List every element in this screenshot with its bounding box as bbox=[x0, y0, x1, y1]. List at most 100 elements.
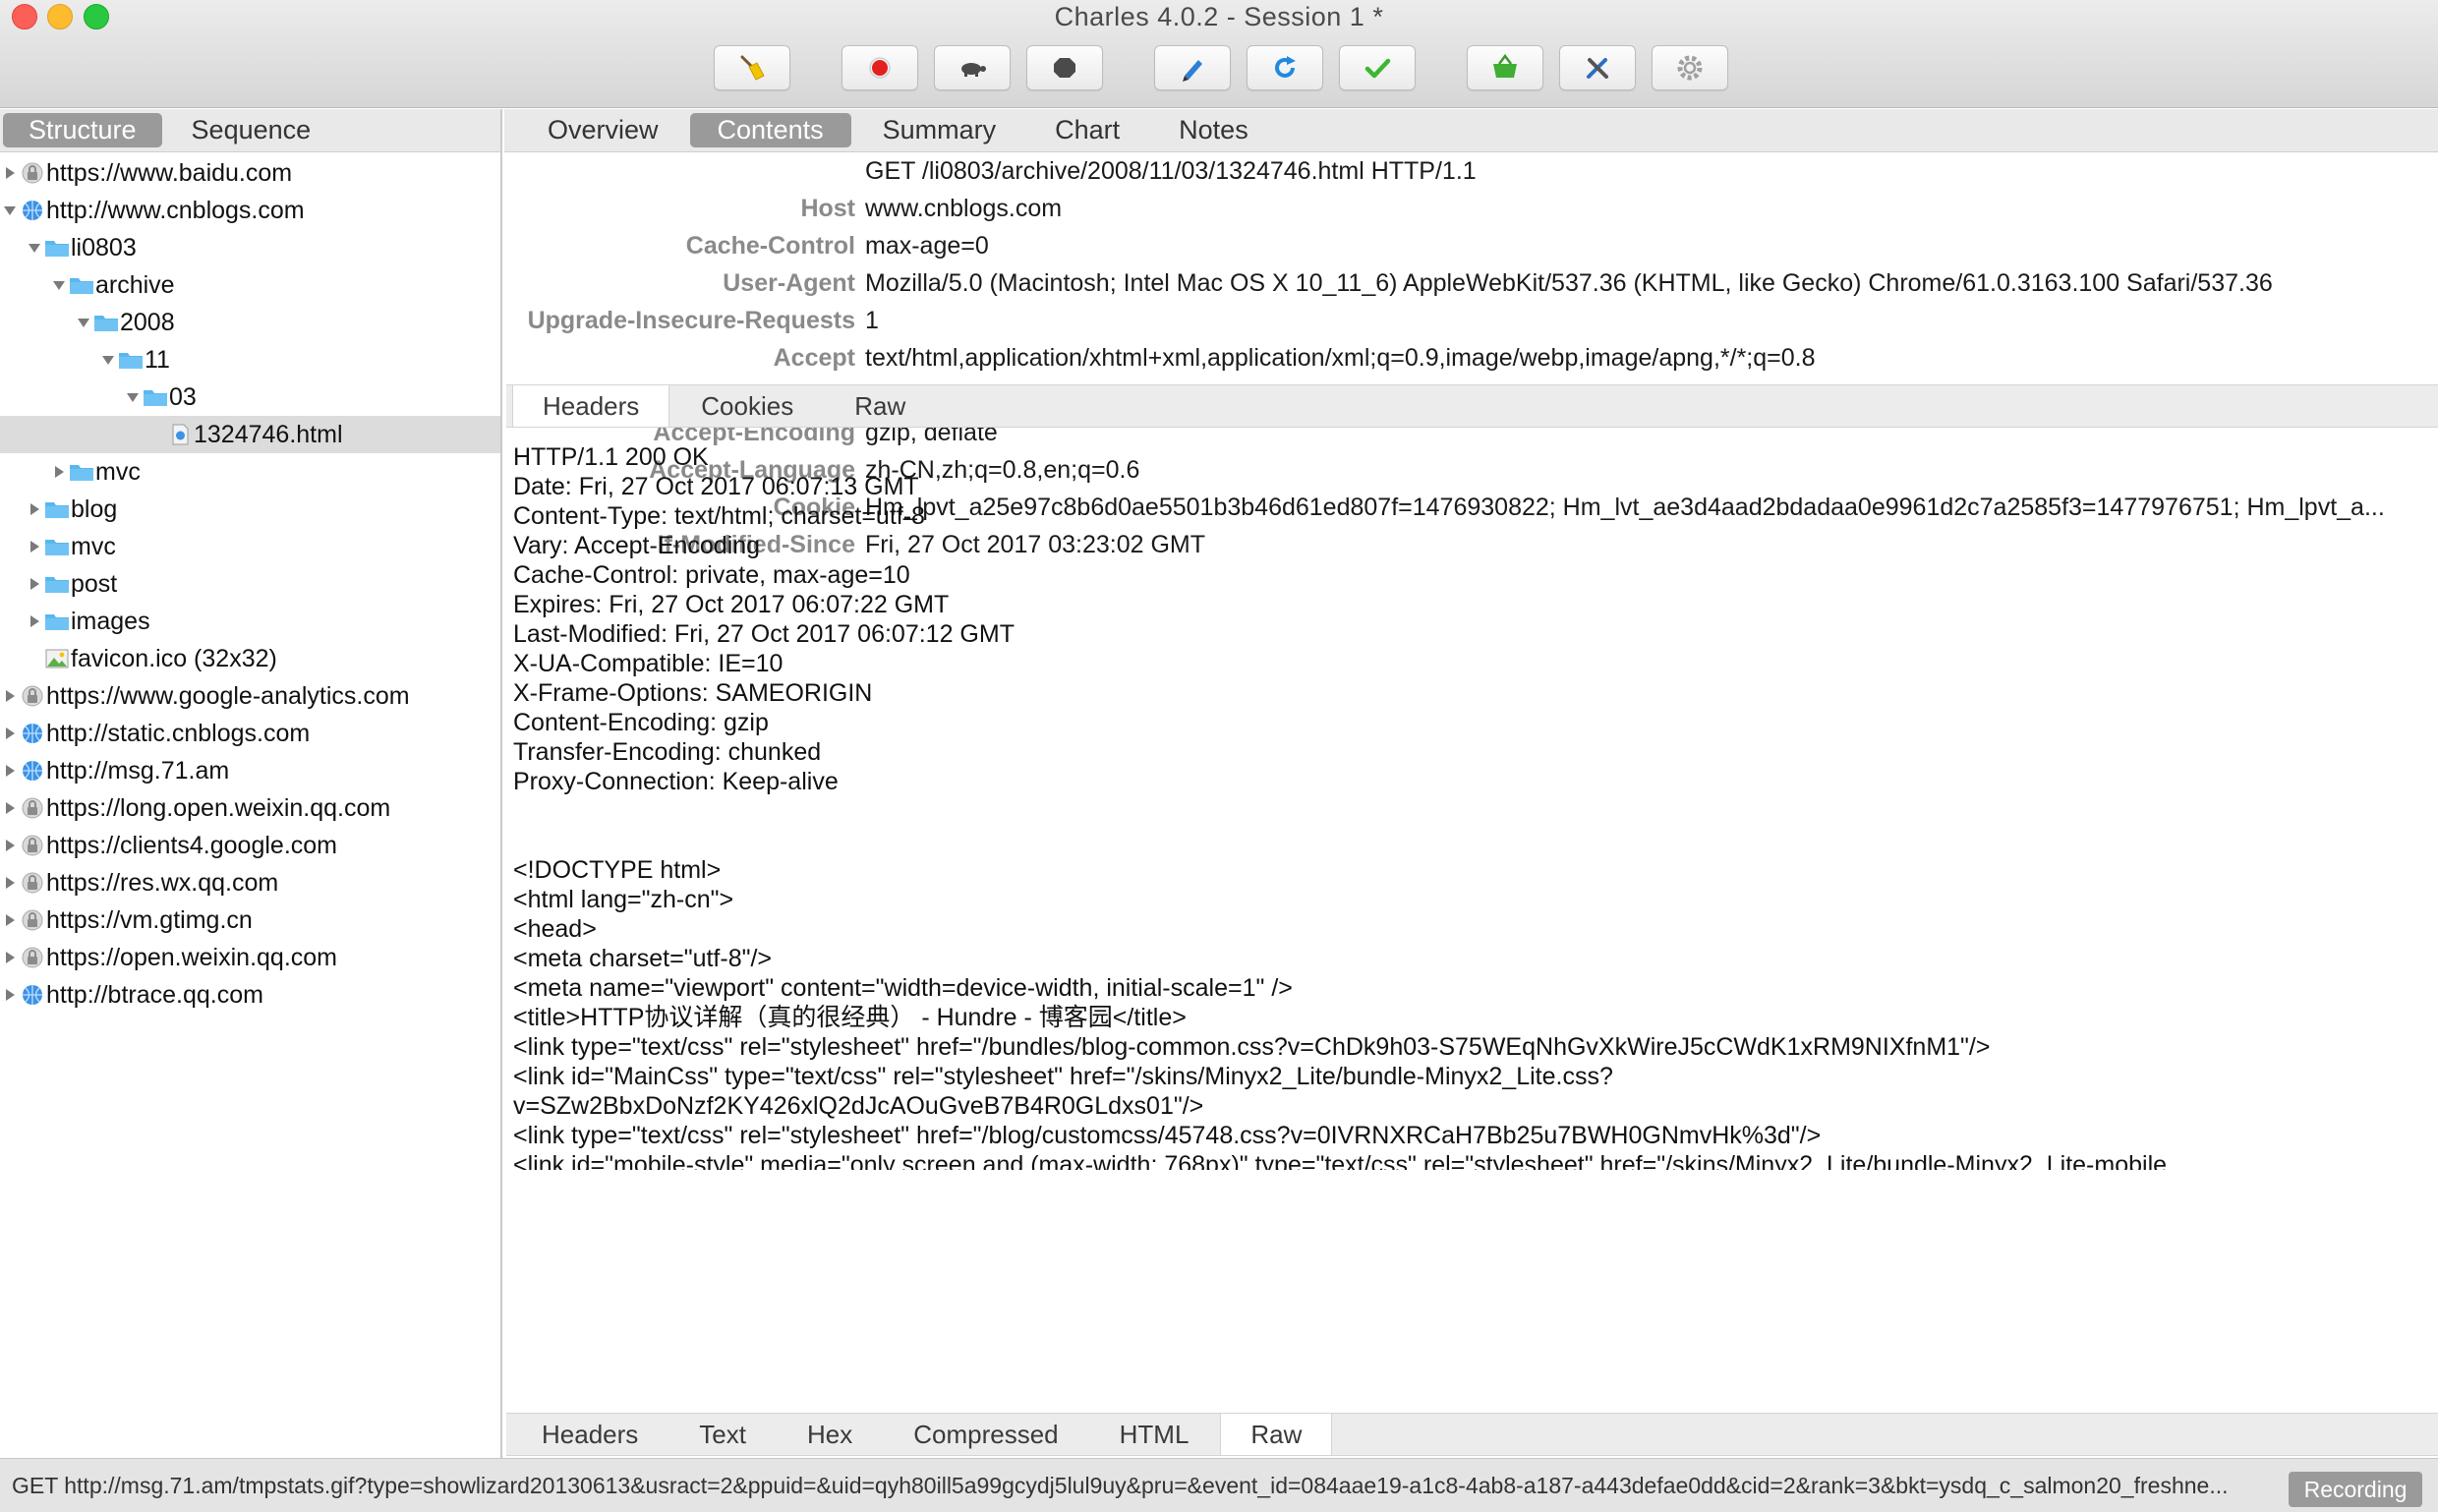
response-line bbox=[513, 796, 2438, 826]
clear-session-button[interactable] bbox=[714, 45, 790, 90]
disclosure-collapsed-icon[interactable] bbox=[25, 491, 44, 528]
disclosure-collapsed-icon[interactable] bbox=[0, 976, 20, 1014]
validate-button[interactable] bbox=[1339, 45, 1416, 90]
disclosure-collapsed-icon[interactable] bbox=[0, 752, 20, 789]
status-text: GET http://msg.71.am/tmpstats.gif?type=s… bbox=[12, 1473, 2229, 1498]
response-line: <meta name="viewport" content="width=dev… bbox=[513, 974, 1293, 1002]
tab-overview[interactable]: Overview bbox=[520, 113, 686, 147]
tree-row[interactable]: https://www.google-analytics.com bbox=[0, 677, 500, 715]
tab-chart[interactable]: Chart bbox=[1027, 113, 1147, 147]
tab-response-html[interactable]: HTML bbox=[1090, 1414, 1219, 1455]
tools-button[interactable] bbox=[1559, 45, 1636, 90]
tree-row[interactable]: mvc bbox=[0, 528, 500, 565]
header-value: text/html,application/xhtml+xml,applicat… bbox=[865, 344, 1816, 372]
tab-summary[interactable]: Summary bbox=[855, 113, 1024, 147]
response-raw-view[interactable]: HTTP/1.1 200 OK Date: Fri, 27 Oct 2017 06… bbox=[504, 429, 2438, 1170]
response-line: <link type="text/css" rel="stylesheet" h… bbox=[513, 1033, 1991, 1061]
compose-button[interactable] bbox=[1154, 45, 1231, 90]
disclosure-collapsed-icon[interactable] bbox=[0, 827, 20, 864]
disclosure-collapsed-icon[interactable] bbox=[0, 715, 20, 752]
tab-response-hex[interactable]: Hex bbox=[778, 1414, 882, 1455]
request-subtabs: Headers Cookies Raw bbox=[506, 384, 2438, 428]
tab-response-raw[interactable]: Raw bbox=[1220, 1414, 1333, 1455]
disclosure-expanded-icon[interactable] bbox=[74, 304, 93, 341]
tab-response-compressed[interactable]: Compressed bbox=[884, 1414, 1087, 1455]
disclosure-expanded-icon[interactable] bbox=[0, 192, 20, 229]
tab-structure[interactable]: Structure bbox=[3, 113, 162, 147]
header-name: User-Agent bbox=[723, 269, 855, 297]
header-row[interactable]: Accept text/html,application/xhtml+xml,ap… bbox=[504, 339, 2438, 377]
tree-row[interactable]: https://long.open.weixin.qq.com bbox=[0, 789, 500, 827]
breakpoints-button[interactable] bbox=[1026, 45, 1103, 90]
response-line: v=SZw2BbxDoNzf2KY426xlQ2dJcAOuGveB7B4R0G… bbox=[513, 1092, 1204, 1120]
tree-row[interactable]: mvc bbox=[0, 453, 500, 491]
tree-row[interactable]: https://open.weixin.qq.com bbox=[0, 939, 500, 976]
disclosure-expanded-icon[interactable] bbox=[123, 378, 143, 416]
tree-row[interactable]: http://static.cnblogs.com bbox=[0, 715, 500, 752]
response-line: <meta charset="utf-8"/> bbox=[513, 945, 773, 972]
tree-row[interactable]: 1324746.html bbox=[0, 416, 500, 453]
disclosure-collapsed-icon[interactable] bbox=[0, 154, 20, 192]
tab-request-raw[interactable]: Raw bbox=[825, 385, 935, 427]
response-line: Proxy-Connection: Keep-alive bbox=[513, 768, 839, 795]
settings-button[interactable] bbox=[1652, 45, 1728, 90]
tree-row[interactable]: http://www.cnblogs.com bbox=[0, 192, 500, 229]
tree-row[interactable]: images bbox=[0, 603, 500, 640]
tree-row[interactable]: li0803 bbox=[0, 229, 500, 266]
view-tabs: Structure Sequence bbox=[0, 109, 500, 152]
disclosure-collapsed-icon[interactable] bbox=[0, 901, 20, 939]
disclosure-collapsed-icon[interactable] bbox=[0, 789, 20, 827]
header-name: Accept bbox=[773, 344, 855, 372]
header-row[interactable]: Host www.cnblogs.com bbox=[504, 190, 2438, 227]
tab-sequence[interactable]: Sequence bbox=[166, 113, 337, 147]
tree-row[interactable]: http://btrace.qq.com bbox=[0, 976, 500, 1014]
header-row[interactable]: User-Agent Mozilla/5.0 (Macintosh; Intel … bbox=[504, 264, 2438, 302]
header-row[interactable]: GET /li0803/archive/2008/11/03/1324746.h… bbox=[504, 152, 2438, 190]
file-icon bbox=[166, 423, 194, 446]
disclosure-collapsed-icon[interactable] bbox=[49, 453, 69, 491]
tree-row[interactable]: 03 bbox=[0, 378, 500, 416]
tab-response-text[interactable]: Text bbox=[669, 1414, 776, 1455]
disclosure-expanded-icon[interactable] bbox=[49, 266, 69, 304]
tab-notes[interactable]: Notes bbox=[1151, 113, 1276, 147]
disclosure-expanded-icon[interactable] bbox=[98, 341, 118, 378]
throttle-button[interactable] bbox=[934, 45, 1011, 90]
disclosure-expanded-icon[interactable] bbox=[25, 229, 44, 266]
tree-row[interactable]: https://vm.gtimg.cn bbox=[0, 901, 500, 939]
header-row[interactable]: Cache-Control max-age=0 bbox=[504, 227, 2438, 264]
disclosure-collapsed-icon[interactable] bbox=[25, 528, 44, 565]
tree-item-label: mvc bbox=[95, 458, 141, 486]
shop-button[interactable] bbox=[1467, 45, 1543, 90]
tree-row[interactable]: 11 bbox=[0, 341, 500, 378]
tree-row[interactable]: 2008 bbox=[0, 304, 500, 341]
tab-request-cookies[interactable]: Cookies bbox=[671, 385, 823, 427]
tree-row[interactable]: archive bbox=[0, 266, 500, 304]
response-line: <!DOCTYPE html> bbox=[513, 856, 722, 884]
title-bar: Charles 4.0.2 - Session 1 * bbox=[0, 0, 2438, 108]
disclosure-collapsed-icon[interactable] bbox=[0, 677, 20, 715]
recording-button[interactable]: Recording bbox=[2289, 1472, 2422, 1507]
stop-hexagon-icon bbox=[1054, 58, 1075, 78]
tree-item-label: https://vm.gtimg.cn bbox=[46, 906, 253, 934]
repeat-button[interactable] bbox=[1247, 45, 1323, 90]
tree-row[interactable]: blog bbox=[0, 491, 500, 528]
tree-item-label: https://res.wx.qq.com bbox=[46, 869, 279, 897]
disclosure-collapsed-icon[interactable] bbox=[0, 864, 20, 901]
tree-item-label: li0803 bbox=[71, 234, 137, 262]
tree-row[interactable]: https://www.baidu.com bbox=[0, 154, 500, 192]
disclosure-collapsed-icon[interactable] bbox=[0, 939, 20, 976]
tree-row[interactable]: https://res.wx.qq.com bbox=[0, 864, 500, 901]
record-button[interactable] bbox=[842, 45, 918, 90]
tree-row[interactable]: favicon.ico (32x32) bbox=[0, 640, 500, 677]
tree-row[interactable]: post bbox=[0, 565, 500, 603]
settings-gear-icon bbox=[1677, 55, 1703, 81]
disclosure-collapsed-icon[interactable] bbox=[25, 565, 44, 603]
header-row[interactable]: Upgrade-Insecure-Requests 1 bbox=[504, 302, 2438, 339]
disclosure-collapsed-icon[interactable] bbox=[25, 603, 44, 640]
tree-item-label: https://clients4.google.com bbox=[46, 832, 337, 859]
tab-request-headers[interactable]: Headers bbox=[512, 385, 670, 427]
tab-response-headers[interactable]: Headers bbox=[512, 1414, 668, 1455]
tree-row[interactable]: https://clients4.google.com bbox=[0, 827, 500, 864]
tab-contents[interactable]: Contents bbox=[689, 113, 851, 147]
tree-row[interactable]: http://msg.71.am bbox=[0, 752, 500, 789]
